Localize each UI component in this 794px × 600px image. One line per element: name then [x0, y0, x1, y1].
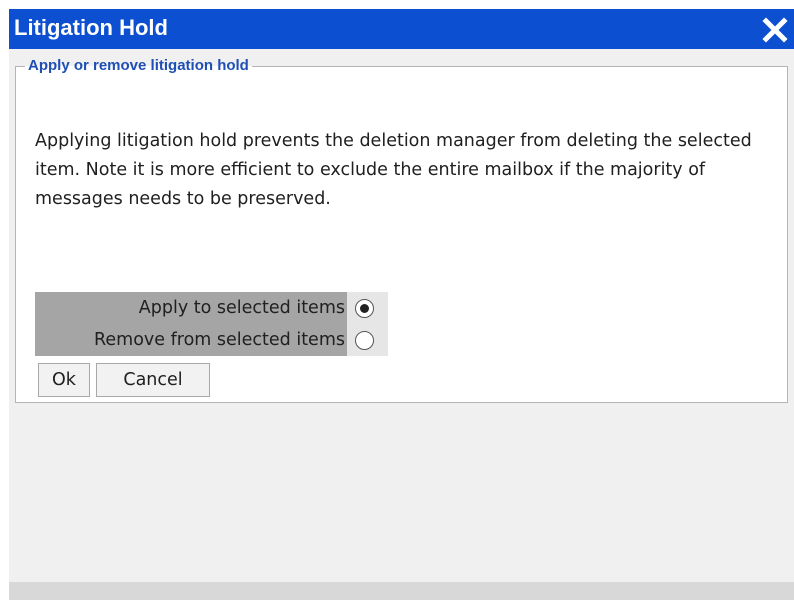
remove-radio[interactable]: [355, 331, 374, 350]
dialog-titlebar[interactable]: Litigation Hold: [9, 9, 794, 49]
option-row-apply: Apply to selected items: [35, 292, 388, 324]
radio-options: Apply to selected items Remove from sele…: [35, 292, 388, 356]
close-icon[interactable]: [760, 15, 790, 45]
ok-button[interactable]: Ok: [38, 363, 90, 397]
apply-radio[interactable]: [355, 299, 374, 318]
apply-option-label[interactable]: Apply to selected items: [35, 292, 347, 324]
group-legend: Apply or remove litigation hold: [28, 57, 249, 74]
litigation-hold-dialog: Litigation Hold Apply or remove litigati…: [9, 9, 794, 600]
description-text: Applying litigation hold prevents the de…: [35, 131, 752, 209]
dialog-title: Litigation Hold: [14, 15, 168, 40]
litigation-hold-group: Apply or remove litigation hold Applying…: [15, 58, 788, 403]
cancel-button[interactable]: Cancel: [96, 363, 210, 397]
dialog-bottom-strip: [9, 582, 794, 600]
option-row-remove: Remove from selected items: [35, 324, 388, 356]
remove-option-label[interactable]: Remove from selected items: [35, 324, 347, 356]
